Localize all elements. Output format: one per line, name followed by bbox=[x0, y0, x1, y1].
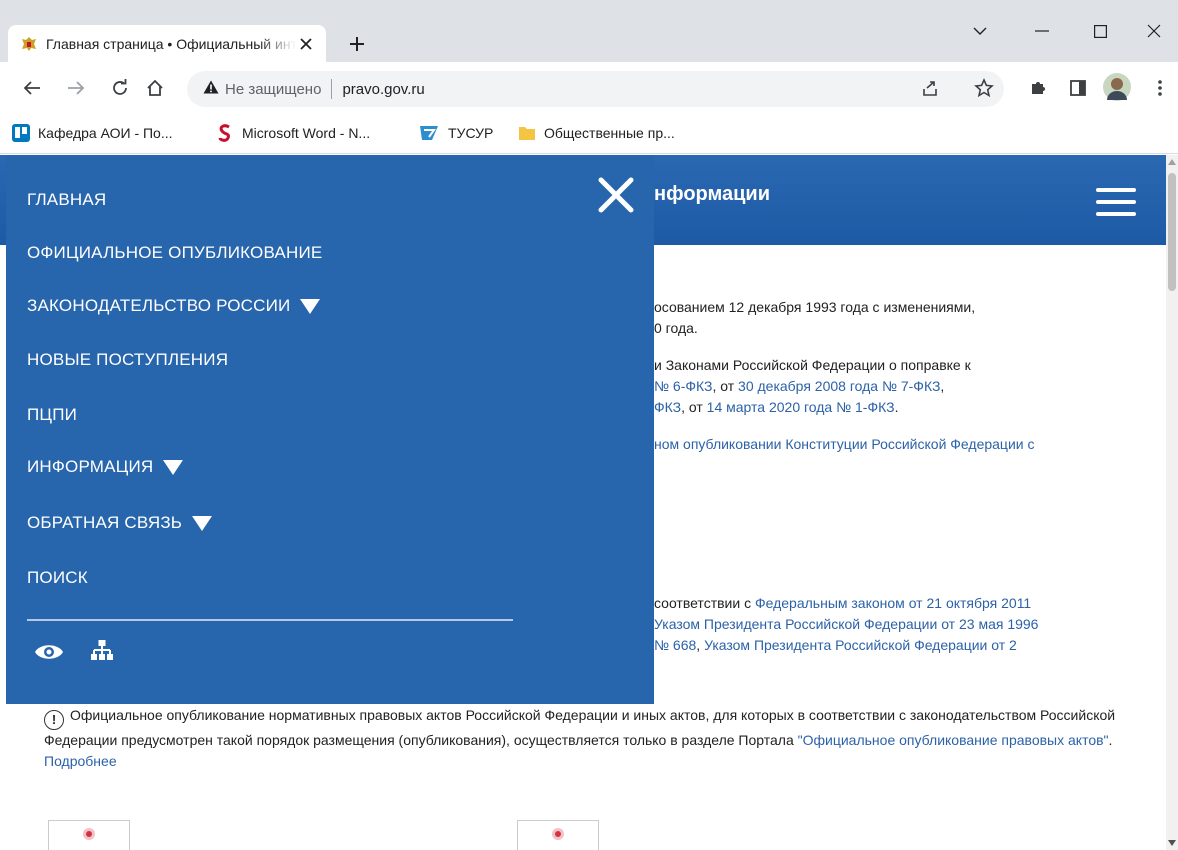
text-line: ФКЗ, от 14 марта 2020 года № 1-ФКЗ. bbox=[654, 399, 899, 415]
tab-title: Главная страница • Официальный интернет-… bbox=[46, 35, 296, 52]
text-line: № 668, Указом Президента Российской Феде… bbox=[654, 637, 1017, 653]
folder-icon bbox=[518, 124, 536, 142]
nav-item-information[interactable]: ИНФОРМАЦИЯ bbox=[27, 457, 184, 477]
site-title: нформации bbox=[654, 183, 771, 205]
link-constitution-publication[interactable]: ном опубликовании Конституции Российской… bbox=[654, 434, 1034, 455]
scribd-icon bbox=[216, 124, 234, 142]
link-decree-2[interactable]: Указом Президента Российской Федерации о… bbox=[704, 637, 1017, 653]
bookmarks-bar: Кафедра АОИ - По... Microsoft Word - N..… bbox=[0, 112, 1178, 154]
nav-item-home[interactable]: ГЛАВНАЯ bbox=[27, 190, 106, 210]
dropdown-triangle-icon[interactable] bbox=[163, 459, 184, 475]
link-federal-law[interactable]: Федеральным законом от 21 октября 2011 bbox=[755, 595, 1031, 611]
tusur-icon bbox=[418, 124, 440, 142]
minimize-icon[interactable] bbox=[1014, 0, 1070, 62]
exclamation-circle-icon: ! bbox=[44, 709, 64, 730]
security-status-label: Не защищено bbox=[225, 80, 322, 98]
address-bar[interactable]: Не защищено pravo.gov.ru bbox=[187, 71, 1004, 107]
nav-item-feedback[interactable]: ОБРАТНАЯ СВЯЗЬ bbox=[27, 513, 213, 533]
scroll-down-arrow-icon[interactable] bbox=[1168, 840, 1176, 846]
window-close-icon[interactable] bbox=[1130, 0, 1178, 62]
link-668[interactable]: 668 bbox=[673, 637, 696, 653]
navigation-overlay: ГЛАВНАЯ ОФИЦИАЛЬНОЕ ОПУБЛИКОВАНИЕ ЗАКОНО… bbox=[6, 155, 654, 704]
warning-triangle-icon[interactable] bbox=[203, 80, 219, 99]
bookmark-msword[interactable]: Microsoft Word - N... bbox=[216, 121, 370, 145]
vertical-scrollbar[interactable] bbox=[1166, 155, 1178, 850]
scroll-up-arrow-icon[interactable] bbox=[1168, 159, 1176, 165]
omnibox-separator bbox=[331, 79, 333, 99]
new-tab-plus-icon[interactable] bbox=[343, 30, 371, 58]
tab-search-chevron-icon[interactable] bbox=[952, 0, 1008, 62]
text-line: № 6-ФКЗ, от 30 декабря 2008 года № 7-ФКЗ… bbox=[654, 378, 945, 394]
nav-item-official-publication[interactable]: ОФИЦИАЛЬНОЕ ОПУБЛИКОВАНИЕ bbox=[27, 243, 322, 263]
eye-icon[interactable] bbox=[34, 641, 68, 663]
nav-divider bbox=[27, 619, 513, 621]
link-decree-1996[interactable]: Указом Президента Российской Федерации о… bbox=[654, 614, 1038, 635]
link-7-fkz[interactable]: 30 декабря 2008 года № 7-ФКЗ bbox=[738, 378, 940, 394]
extensions-puzzle-icon[interactable] bbox=[1026, 76, 1050, 100]
url-text[interactable]: pravo.gov.ru bbox=[342, 81, 424, 98]
link-1-fkz[interactable]: 14 марта 2020 года № 1-ФКЗ bbox=[707, 399, 895, 415]
dropdown-triangle-icon[interactable] bbox=[192, 515, 213, 531]
browser-toolbar: Не защищено pravo.gov.ru bbox=[0, 62, 1178, 112]
close-menu-icon[interactable] bbox=[596, 175, 636, 215]
nav-item-legislation[interactable]: ЗАКОНОДАТЕЛЬСТВО РОССИИ bbox=[27, 296, 321, 316]
official-publication-notice: ! Официальное опубликование нормативных п… bbox=[44, 707, 1116, 769]
profile-avatar[interactable] bbox=[1102, 72, 1132, 102]
home-icon[interactable] bbox=[143, 76, 167, 100]
banner-thumbnail[interactable] bbox=[517, 820, 599, 850]
forward-arrow-icon[interactable] bbox=[64, 76, 88, 100]
tab-strip: Главная страница • Официальный интернет-… bbox=[0, 0, 1178, 62]
bookmark-kafedra[interactable]: Кафедра АОИ - По... bbox=[12, 121, 173, 145]
emblem-icon bbox=[83, 828, 95, 840]
link-more[interactable]: Подробнее bbox=[44, 753, 117, 769]
bookmark-star-icon[interactable] bbox=[972, 76, 996, 100]
text-line: 0 года. bbox=[654, 320, 698, 336]
link-fkz[interactable]: ФКЗ bbox=[654, 399, 681, 415]
sitemap-icon[interactable] bbox=[90, 639, 114, 663]
tab-close-icon[interactable] bbox=[296, 34, 316, 54]
banner-thumbnail[interactable] bbox=[48, 820, 130, 850]
bookmark-tusur[interactable]: ТУСУР bbox=[418, 121, 493, 145]
share-icon[interactable] bbox=[918, 76, 942, 100]
hamburger-menu-icon[interactable] bbox=[1096, 188, 1136, 216]
nav-item-search[interactable]: ПОИСК bbox=[27, 568, 88, 588]
text-line: осованием 12 декабря 1993 года с изменен… bbox=[654, 299, 976, 315]
browser-menu-icon[interactable] bbox=[1148, 76, 1172, 100]
reload-icon[interactable] bbox=[108, 76, 132, 100]
text-line: и Законами Российской Федерации о поправ… bbox=[654, 357, 971, 373]
scrollbar-thumb[interactable] bbox=[1168, 173, 1176, 291]
back-arrow-icon[interactable] bbox=[20, 76, 44, 100]
nav-item-pcpi[interactable]: ПЦПИ bbox=[27, 405, 77, 425]
text-line: соответствии с Федеральным законом от 21… bbox=[654, 595, 1032, 611]
bookmark-folder[interactable]: Общественные пр... bbox=[518, 121, 675, 145]
browser-tab-active[interactable]: Главная страница • Официальный интернет-… bbox=[8, 25, 326, 62]
trello-icon bbox=[12, 124, 30, 142]
maximize-icon[interactable] bbox=[1072, 0, 1128, 62]
coat-of-arms-favicon-icon bbox=[20, 35, 38, 53]
side-panel-icon[interactable] bbox=[1066, 76, 1090, 100]
dropdown-triangle-icon[interactable] bbox=[300, 298, 321, 314]
web-page: нформации осованием 12 декабря 1993 года… bbox=[0, 155, 1166, 850]
nav-item-new-arrivals[interactable]: НОВЫЕ ПОСТУПЛЕНИЯ bbox=[27, 350, 228, 370]
link-6-fkz[interactable]: 6-ФКЗ bbox=[673, 378, 713, 394]
emblem-icon bbox=[552, 828, 564, 840]
link-official-publication[interactable]: "Официальное опубликование правовых акто… bbox=[798, 732, 1109, 748]
